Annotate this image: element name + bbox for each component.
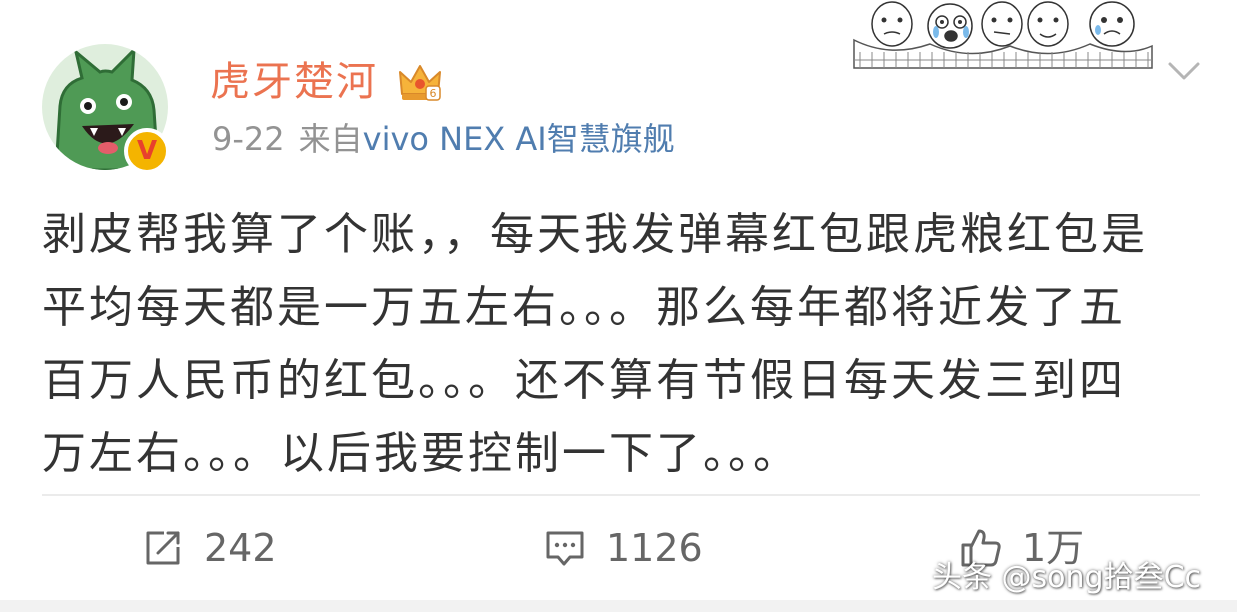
comment-button[interactable]: 1126 (542, 520, 703, 576)
comment-icon (546, 531, 584, 566)
post-text: 剥皮帮我算了个账，，每天我发弹幕红包跟虎粮红包是 平均每天都是一万五左右。。。那… (42, 198, 1202, 490)
watermark: 头条 @song拾叁Cc (932, 560, 1202, 595)
source-device-link[interactable]: vivo NEX AI智慧旗舰 (363, 120, 675, 158)
verified-badge-icon: V (124, 128, 170, 174)
comment-count: 1126 (606, 526, 703, 570)
sticker-decoration (853, 1, 1153, 69)
repost-count: 242 (204, 526, 277, 570)
post-line: 百万人民币的红包。。。还不算有节假日每天发三到四 (42, 355, 1126, 406)
crown-level: 6 (430, 87, 437, 100)
divider (42, 494, 1200, 496)
post-date: 9-22 (212, 120, 285, 158)
crown-icon[interactable]: 6 (396, 60, 444, 104)
post-line: 万左右。。。以后我要控制一下了。。。 (42, 428, 800, 479)
post-line: 剥皮帮我算了个账，，每天我发弹幕红包跟虎粮红包是 (42, 209, 1148, 260)
repost-button[interactable]: 242 (140, 520, 277, 576)
chevron-down-icon[interactable] (1164, 56, 1204, 84)
weibo-post-card: V 虎牙楚河 6 9-22 来自vivo NEX AI智慧旗舰 剥皮帮我算了个账… (0, 0, 1237, 612)
post-meta: 9-22 来自vivo NEX AI智慧旗舰 (212, 116, 675, 162)
source-prefix: 来自 (298, 120, 363, 158)
repost-icon (146, 531, 180, 565)
post-line: 平均每天都是一万五左右。。。那么每年都将近发了五 (42, 282, 1126, 333)
bottom-strip (0, 600, 1237, 612)
username[interactable]: 虎牙楚河 (210, 56, 378, 108)
